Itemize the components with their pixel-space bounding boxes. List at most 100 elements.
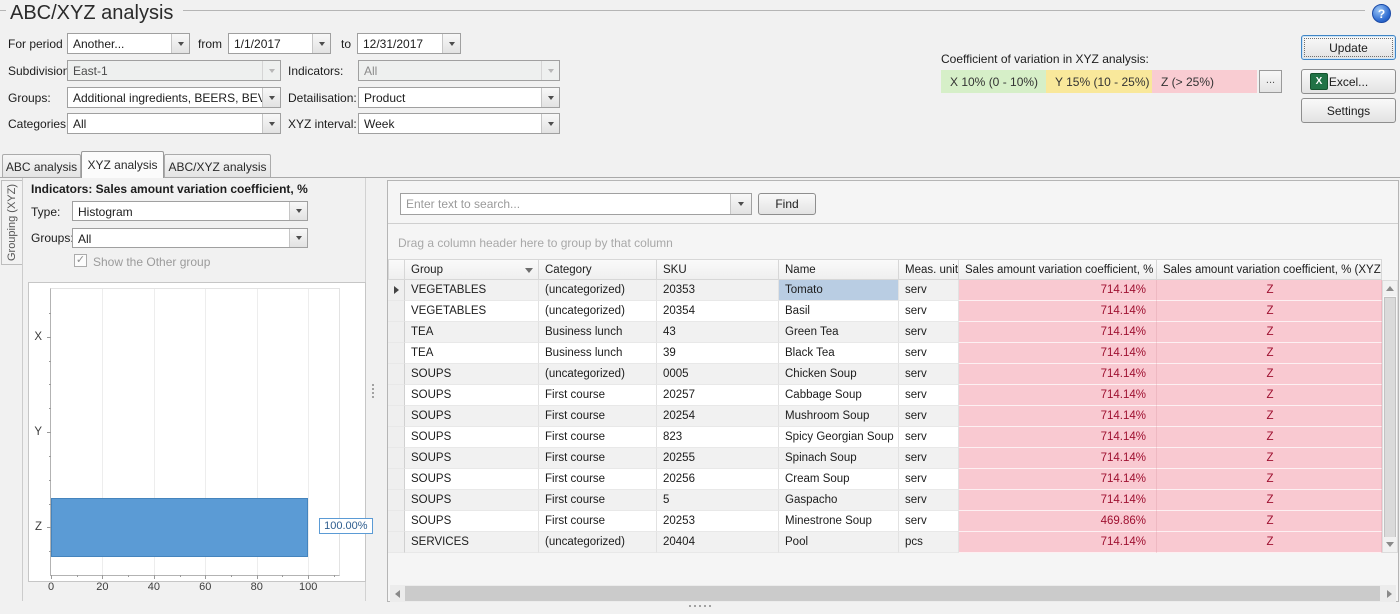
table-row[interactable]: VEGETABLES (uncategorized) 20353 Tomato … <box>388 280 1382 301</box>
categories-select[interactable]: All <box>67 113 281 134</box>
xyz-interval-select[interactable]: Week <box>358 113 560 134</box>
cell-name[interactable]: Chicken Soup <box>779 364 899 385</box>
group-filter-icon[interactable] <box>525 268 533 273</box>
cell-name[interactable]: Mushroom Soup <box>779 406 899 427</box>
header-category[interactable]: Category <box>539 259 657 280</box>
show-other-group-checkbox[interactable]: ✓ <box>74 254 87 267</box>
cell-meas-unit[interactable]: serv <box>899 448 959 469</box>
chevron-down-icon[interactable] <box>730 194 751 214</box>
cell-category[interactable]: (uncategorized) <box>539 532 657 553</box>
search-input[interactable]: Enter text to search... <box>400 193 752 215</box>
cell-group[interactable]: SOUPS <box>405 511 539 532</box>
cell-group[interactable]: SOUPS <box>405 385 539 406</box>
cell-sku[interactable]: 0005 <box>657 364 779 385</box>
cell-xyz-class[interactable]: Z <box>1157 490 1382 511</box>
find-button[interactable]: Find <box>758 193 816 215</box>
cell-category[interactable]: First course <box>539 448 657 469</box>
cell-sku[interactable]: 20255 <box>657 448 779 469</box>
cell-meas-unit[interactable]: serv <box>899 469 959 490</box>
cell-name[interactable]: Cabbage Soup <box>779 385 899 406</box>
horizontal-scrollbar[interactable] <box>390 585 1396 602</box>
cell-name[interactable]: Green Tea <box>779 322 899 343</box>
header-name[interactable]: Name <box>779 259 899 280</box>
header-meas-unit[interactable]: Meas. unit <box>899 259 959 280</box>
cell-meas-unit[interactable]: serv <box>899 427 959 448</box>
table-row[interactable]: SOUPS First course 20253 Minestrone Soup… <box>388 511 1382 532</box>
cell-group[interactable]: SERVICES <box>405 532 539 553</box>
cell-meas-unit[interactable]: serv <box>899 322 959 343</box>
update-button[interactable]: Update <box>1301 35 1396 60</box>
excel-button[interactable]: X Excel... <box>1301 69 1396 94</box>
table-row[interactable]: SOUPS First course 5 Gaspacho serv 714.1… <box>388 490 1382 511</box>
chevron-down-icon[interactable] <box>171 34 189 53</box>
scroll-down-icon[interactable] <box>1383 537 1397 552</box>
table-row[interactable]: SOUPS (uncategorized) 0005 Chicken Soup … <box>388 364 1382 385</box>
table-row[interactable]: SOUPS First course 823 Spicy Georgian So… <box>388 427 1382 448</box>
cell-coefficient[interactable]: 714.14% <box>959 469 1157 490</box>
vertical-scrollbar[interactable] <box>1382 280 1398 553</box>
cell-meas-unit[interactable]: serv <box>899 511 959 532</box>
table-row[interactable]: SOUPS First course 20255 Spinach Soup se… <box>388 448 1382 469</box>
table-row[interactable]: SERVICES (uncategorized) 20404 Pool pcs … <box>388 532 1382 553</box>
cell-sku[interactable]: 20254 <box>657 406 779 427</box>
detailisation-select[interactable]: Product <box>358 87 560 108</box>
cell-meas-unit[interactable]: pcs <box>899 532 959 553</box>
header-sku[interactable]: SKU <box>657 259 779 280</box>
cell-group[interactable]: SOUPS <box>405 448 539 469</box>
cell-coefficient[interactable]: 714.14% <box>959 385 1157 406</box>
chevron-down-icon[interactable] <box>541 88 559 107</box>
chevron-down-icon[interactable] <box>262 88 280 107</box>
cell-name[interactable]: Pool <box>779 532 899 553</box>
cell-sku[interactable]: 43 <box>657 322 779 343</box>
cell-xyz-class[interactable]: Z <box>1157 343 1382 364</box>
cell-sku[interactable]: 823 <box>657 427 779 448</box>
cell-coefficient[interactable]: 714.14% <box>959 448 1157 469</box>
cell-xyz-class[interactable]: Z <box>1157 385 1382 406</box>
cell-sku[interactable]: 39 <box>657 343 779 364</box>
cell-sku[interactable]: 20253 <box>657 511 779 532</box>
header-coefficient-xyz[interactable]: Sales amount variation coefficient, % (X… <box>1157 259 1382 280</box>
cell-group[interactable]: TEA <box>405 322 539 343</box>
cell-xyz-class[interactable]: Z <box>1157 532 1382 553</box>
cell-sku[interactable]: 20256 <box>657 469 779 490</box>
cell-category[interactable]: Business lunch <box>539 343 657 364</box>
cell-coefficient[interactable]: 714.14% <box>959 301 1157 322</box>
cell-category[interactable]: First course <box>539 511 657 532</box>
settings-button[interactable]: Settings <box>1301 98 1396 123</box>
cell-sku[interactable]: 5 <box>657 490 779 511</box>
cell-group[interactable]: SOUPS <box>405 490 539 511</box>
cell-xyz-class[interactable]: Z <box>1157 427 1382 448</box>
groups-select[interactable]: Additional ingredients, BEERS, BEV... <box>67 87 281 108</box>
cell-category[interactable]: First course <box>539 427 657 448</box>
cell-category[interactable]: Business lunch <box>539 322 657 343</box>
cell-name[interactable]: Black Tea <box>779 343 899 364</box>
cell-coefficient[interactable]: 714.14% <box>959 343 1157 364</box>
scroll-up-icon[interactable] <box>1383 281 1397 296</box>
cell-category[interactable]: (uncategorized) <box>539 301 657 322</box>
chevron-down-icon[interactable] <box>289 202 307 220</box>
cell-sku[interactable]: 20354 <box>657 301 779 322</box>
cell-group[interactable]: SOUPS <box>405 364 539 385</box>
cell-coefficient[interactable]: 714.14% <box>959 490 1157 511</box>
period-select[interactable]: Another... <box>67 33 190 54</box>
cell-group[interactable]: SOUPS <box>405 427 539 448</box>
cell-meas-unit[interactable]: serv <box>899 364 959 385</box>
table-row[interactable]: TEA Business lunch 39 Black Tea serv 714… <box>388 343 1382 364</box>
cell-group[interactable]: VEGETABLES <box>405 301 539 322</box>
grouping-xyz-vertical-tab[interactable]: Grouping (XYZ) <box>1 180 22 265</box>
cell-coefficient[interactable]: 714.14% <box>959 322 1157 343</box>
cell-name[interactable]: Minestrone Soup <box>779 511 899 532</box>
chart-groups-select[interactable]: All <box>72 228 308 248</box>
table-row[interactable]: SOUPS First course 20257 Cabbage Soup se… <box>388 385 1382 406</box>
cell-name[interactable]: Cream Soup <box>779 469 899 490</box>
table-row[interactable]: VEGETABLES (uncategorized) 20354 Basil s… <box>388 301 1382 322</box>
cell-category[interactable]: First course <box>539 385 657 406</box>
date-to-select[interactable]: 12/31/2017 <box>357 33 461 54</box>
tab-abc-xyz-analysis[interactable]: ABC/XYZ analysis <box>164 154 271 178</box>
cell-sku[interactable]: 20353 <box>657 280 779 301</box>
cell-group[interactable]: VEGETABLES <box>405 280 539 301</box>
cell-meas-unit[interactable]: serv <box>899 490 959 511</box>
table-row[interactable]: SOUPS First course 20256 Cream Soup serv… <box>388 469 1382 490</box>
cell-category[interactable]: (uncategorized) <box>539 364 657 385</box>
tab-abc-analysis[interactable]: ABC analysis <box>2 154 81 178</box>
